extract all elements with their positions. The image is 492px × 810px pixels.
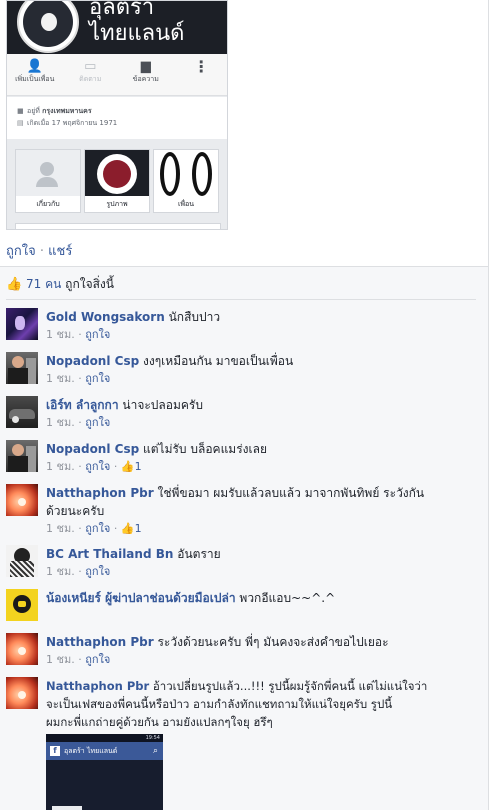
comment-attached-image[interactable]: 19:54 อุลตร้า ไทยแลนด์ f ⌕ (46, 734, 163, 810)
avatar[interactable] (6, 396, 38, 428)
avatar[interactable] (6, 589, 38, 621)
thumbs-up-icon: 👍 (120, 460, 135, 473)
friends-tile: เพื่อน (153, 149, 219, 213)
comment-time[interactable]: 1 ชม. (46, 522, 75, 535)
commenter-name[interactable]: เอิร์ท ลำลูกกา (46, 398, 119, 412)
more-action: ⋮ (174, 54, 228, 95)
comment-time[interactable]: 1 ชม. (46, 416, 75, 429)
add-friend-action: 👤 เพิ่มเป็นเพื่อน (7, 54, 63, 95)
comment-like-link[interactable]: ถูกใจ (85, 653, 110, 666)
comment-like-link[interactable]: ถูกใจ (85, 416, 110, 429)
commenter-name[interactable]: น้องเหนียร์ ผู้ฆ่าปลาช่อนด้วยมือเปล่า (46, 591, 236, 605)
commenter-name[interactable]: Nopadonl Csp (46, 354, 139, 368)
attachment-title-bar: อุลตร้า ไทยแลนด์ (46, 742, 163, 760)
comment-text: ใช่พี่ขอมา ผมรับแล้วลบแล้ว มาจากพันทิพย์… (157, 486, 425, 500)
commenter-name[interactable]: Natthaphon Pbr (46, 679, 149, 693)
comment-time[interactable]: 1 ชม. (46, 653, 75, 666)
message-icon: ▆ (140, 59, 151, 74)
status-bar: 19:54 (46, 734, 163, 742)
more-icon: ⋮ (193, 57, 210, 76)
comment-text-line: ด้วยนะครับ (46, 504, 105, 518)
avatar[interactable] (6, 633, 38, 665)
likes-count[interactable]: 71 คน (26, 277, 61, 291)
comment-like-link[interactable]: ถูกใจ (85, 565, 110, 578)
profile-actions: 👤 เพิ่มเป็นเพื่อน ▭ ติดตาม ▆ ข้อความ ⋮ (7, 54, 228, 96)
likes-suffix: ถูกใจสิ่งนี้ (65, 277, 114, 291)
avatar[interactable] (6, 352, 38, 384)
comment-text: งงๆเหมือนกัน มาขอเป็นเพื่อน (143, 354, 294, 368)
panel-border (488, 0, 489, 810)
comment-text: นักสืบปาว (168, 310, 221, 324)
like-link[interactable]: ถูกใจ (6, 244, 36, 259)
divider (6, 299, 476, 300)
thumbs-up-icon: 👍 (6, 277, 23, 292)
shared-post-image[interactable]: อุลตร้า ไทยแลนด์ 👤 เพิ่มเป็นเพื่อน ▭ ติด… (6, 0, 228, 230)
home-icon: ■ (17, 107, 24, 115)
comment-time[interactable]: 1 ชม. (46, 372, 75, 385)
comment-text: อ้าวเปลี่ยนรูปแล้ว...!!! รูปนี้ผมรู้จักพ… (152, 679, 428, 693)
comment-like-link[interactable]: ถูกใจ (85, 372, 110, 385)
attachment-strip (52, 806, 82, 810)
avatar[interactable] (6, 308, 38, 340)
add-friend-icon: 👤 (26, 59, 43, 74)
photos-tile: รูปภาพ (84, 149, 150, 213)
comment-like-link[interactable]: ถูกใจ (85, 328, 110, 341)
profile-logo (17, 1, 79, 53)
commenter-name[interactable]: Natthaphon Pbr (46, 635, 154, 649)
search-icon: ⌕ (152, 746, 158, 756)
comment-text: พวกอีแอบ~~^.^ (239, 591, 336, 605)
share-link[interactable]: แชร์ (48, 244, 72, 259)
likes-summary: 👍 71 คน ถูกใจสิ่งนี้ (6, 275, 114, 294)
comment-like-link[interactable]: ถูกใจ (85, 522, 110, 535)
avatar[interactable] (6, 677, 38, 709)
about-tile: เกี่ยวกับ (15, 149, 81, 213)
follow-action: ▭ ติดตาม (63, 54, 119, 95)
separator: · (35, 244, 49, 259)
avatar[interactable] (6, 545, 38, 577)
birthday-icon: ▤ (17, 119, 24, 127)
commenter-name[interactable]: Nopadonl Csp (46, 442, 139, 456)
commenter-name[interactable]: Gold Wongsakorn (46, 310, 165, 324)
post-actions: ถูกใจ · แชร์ (6, 240, 72, 261)
comment-time[interactable]: 1 ชม. (46, 328, 75, 341)
comment-text: อันตราย (177, 547, 221, 561)
cover-banner: อุลตร้า ไทยแลนด์ (7, 0, 227, 54)
message-action: ▆ ข้อความ (118, 54, 174, 95)
tiles-bottom-strip (15, 223, 221, 229)
comment-text-line: จะเป็นเฟสของพี่คนนี้หรือป่าว อามกำลังทัก… (46, 697, 393, 711)
comment-time[interactable]: 1 ชม. (46, 565, 75, 578)
attachment-content (46, 760, 163, 810)
avatar[interactable] (6, 440, 38, 472)
comment-text: แต่ไม่รับ บล็อคแมร่งเลย (143, 442, 268, 456)
comment-text-line: ผมกะพี่แกถ่ายคู่ด้วยกัน อามยังแปลกๆใจยุ … (46, 715, 273, 729)
comment-like-count[interactable]: 1 (135, 522, 142, 535)
cover-profile-name: อุลตร้า ไทยแลนด์ (89, 0, 185, 46)
profile-info: ■ อยู่ที่ กรุงเทพมหานคร ▤ เกิดเมื่อ 17 พฤศ… (7, 97, 227, 139)
thumbs-up-icon: 👍 (120, 522, 135, 535)
person-icon (40, 162, 54, 176)
commenter-name[interactable]: BC Art Thailand Bn (46, 547, 173, 561)
comment-text: ระวังด้วยนะครับ พี่ๆ มันคงจะส่งคำขอไปเยอ… (157, 635, 389, 649)
comment-like-count[interactable]: 1 (135, 460, 142, 473)
follow-icon: ▭ (84, 59, 97, 74)
comment-text: น่าจะปลอมครับ (122, 398, 203, 412)
avatar[interactable] (6, 484, 38, 516)
comment-like-link[interactable]: ถูกใจ (85, 460, 110, 473)
facebook-icon: f (50, 746, 60, 756)
comment-time[interactable]: 1 ชม. (46, 460, 75, 473)
profile-tiles: เกี่ยวกับ รูปภาพ เพื่อน (7, 141, 227, 229)
commenter-name[interactable]: Natthaphon Pbr (46, 486, 154, 500)
attachment-title: อุลตร้า ไทยแลนด์ (64, 747, 118, 755)
